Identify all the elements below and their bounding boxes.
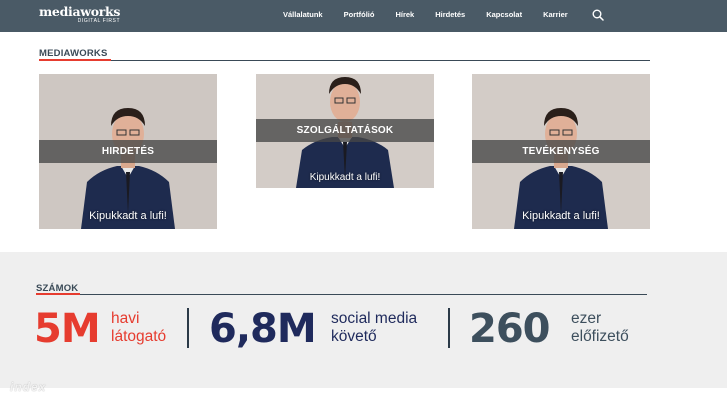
nav-item-hirdetes[interactable]: Hirdetés (435, 10, 465, 19)
logo-name: mediaworks (39, 4, 121, 19)
card-hirdetes[interactable]: HIRDETÉS Kipukkadt a lufi! (39, 74, 217, 229)
nav-item-karrier[interactable]: Karrier (543, 10, 568, 19)
stat-label-line2: követő (331, 328, 377, 345)
nav-item-hirek[interactable]: Hírek (395, 10, 414, 19)
stat-label-line1: havi (111, 310, 140, 327)
logo[interactable]: mediaworks DIGITAL FIRST (39, 5, 120, 24)
stat-label-line2: előfizető (571, 328, 629, 345)
card-szolgaltatasok[interactable]: SZOLGÁLTATÁSOK Kipukkadt a lufi! (256, 74, 434, 188)
card-tevekenyseg[interactable]: TEVÉKENYSÉG Kipukkadt a lufi! (472, 74, 650, 229)
section-accent (36, 293, 80, 295)
card-label: TEVÉKENYSÉG (472, 140, 650, 163)
nav-item-portfolio[interactable]: Portfólió (344, 10, 375, 19)
stat-divider (448, 308, 450, 348)
nav-links: Vállalatunk Portfólió Hírek Hirdetés Kap… (283, 0, 589, 28)
nav-item-vallalatunk[interactable]: Vállalatunk (283, 10, 323, 19)
section-accent (39, 59, 111, 61)
card-label: HIRDETÉS (39, 140, 217, 163)
section-rule (36, 294, 647, 295)
nav-item-kapcsolat[interactable]: Kapcsolat (486, 10, 522, 19)
stat-value-subscribers: 260 (469, 306, 550, 352)
search-icon[interactable] (592, 9, 604, 21)
stat-divider (187, 308, 189, 348)
section-title-mediaworks: MEDIAWORKS (39, 48, 108, 59)
stat-label-line1: ezer (571, 310, 602, 327)
section-rule (39, 60, 650, 61)
card-label: SZOLGÁLTATÁSOK (256, 119, 434, 142)
index-watermark: index (10, 380, 47, 394)
stat-value-followers: 6,8M (209, 306, 317, 352)
card-caption: Kipukkadt a lufi! (309, 172, 381, 183)
stat-label-line2: látogató (111, 328, 167, 345)
card-caption: Kipukkadt a lufi! (89, 210, 167, 222)
stat-value-visitors: 5M (34, 306, 101, 352)
stat-label-line1: social media (331, 310, 418, 327)
card-caption: Kipukkadt a lufi! (522, 210, 600, 222)
top-nav: mediaworks DIGITAL FIRST Vállalatunk Por… (0, 0, 727, 32)
